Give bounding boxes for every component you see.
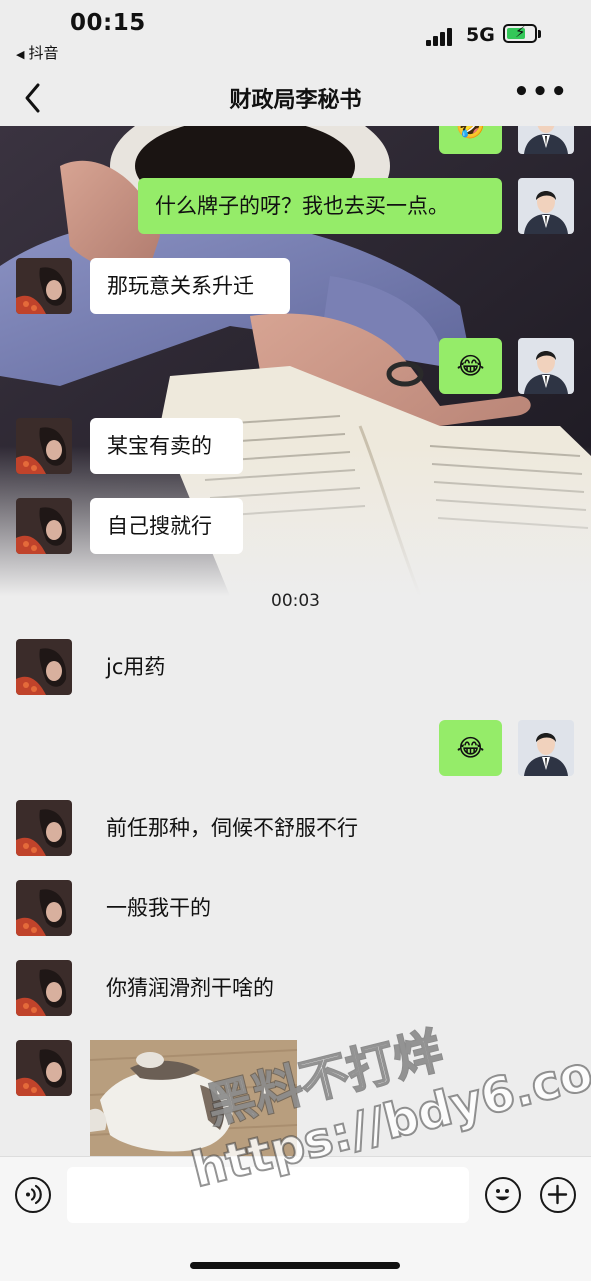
chat-header: 财政局李秘书 •••	[0, 70, 591, 126]
status-time: 00:15	[70, 10, 146, 36]
avatar-self[interactable]	[518, 720, 574, 776]
battery-charging-icon: ⚡	[503, 23, 537, 43]
network-type: 5G	[466, 24, 495, 46]
emoji-tears-of-joy: 😂	[456, 352, 485, 380]
avatar-contact[interactable]	[16, 880, 72, 936]
message-text: 自己搜就行	[107, 514, 212, 538]
more-functions-button[interactable]	[540, 1177, 576, 1213]
back-app-label: 抖音	[28, 44, 59, 62]
emoji-tears-of-joy: 😂	[456, 734, 485, 762]
sent-bubble[interactable]: 😂	[439, 338, 502, 394]
received-bubble[interactable]: 某宝有卖的	[90, 418, 243, 474]
emoji-button[interactable]	[485, 1177, 521, 1213]
back-to-app-link[interactable]: ◀ 抖音	[16, 42, 58, 63]
more-dots-icon: •••	[513, 77, 569, 107]
avatar-contact[interactable]	[16, 498, 72, 554]
chat-title: 财政局李秘书	[229, 88, 362, 113]
more-options-button[interactable]: •••	[513, 79, 569, 105]
smiley-icon	[495, 1189, 510, 1201]
sent-bubble[interactable]: 什么牌子的呀？我也去买一点。	[138, 178, 502, 234]
received-bubble[interactable]: 那玩意关系升迁	[90, 258, 290, 314]
voice-input-button[interactable]	[15, 1177, 51, 1213]
chat-timestamp: 00:03	[271, 591, 320, 611]
message-text: 那玩意关系升迁	[107, 274, 254, 298]
cat-photo-message[interactable]	[90, 1040, 297, 1156]
message-text[interactable]: 前任那种，伺候不舒服不行	[106, 800, 358, 856]
message-text: 什么牌子的呀？我也去买一点。	[155, 194, 449, 218]
avatar-contact[interactable]	[16, 1040, 72, 1096]
sent-bubble[interactable]: 😂	[439, 720, 502, 776]
cellular-signal-icon	[426, 24, 458, 46]
avatar-self[interactable]	[518, 338, 574, 394]
home-indicator	[190, 1262, 400, 1269]
avatar-contact[interactable]	[16, 258, 72, 314]
message-text: 某宝有卖的	[107, 434, 212, 458]
received-bubble[interactable]: 自己搜就行	[90, 498, 243, 554]
status-bar: 00:15 ◀ 抖音 5G ⚡	[0, 0, 591, 70]
avatar-self[interactable]	[518, 126, 574, 154]
avatar-contact[interactable]	[16, 800, 72, 856]
avatar-contact[interactable]	[16, 639, 72, 695]
sent-bubble[interactable]: 🤣	[439, 126, 502, 154]
message-input[interactable]	[67, 1167, 469, 1223]
avatar-contact[interactable]	[16, 960, 72, 1016]
message-text[interactable]: 你猜润滑剂干啥的	[106, 960, 274, 1016]
plus-icon	[547, 1184, 568, 1205]
back-triangle-icon: ◀	[16, 48, 25, 61]
message-text[interactable]: jc用药	[106, 639, 165, 695]
chat-messages[interactable]: 🤣 什么牌子的呀？我也去买一点。 那玩意关系升迁 😂 某宝有卖的 自己搜就行 0…	[0, 126, 591, 1156]
avatar-contact[interactable]	[16, 418, 72, 474]
message-text[interactable]: 一般我干的	[106, 880, 211, 936]
voice-icon	[26, 1184, 42, 1205]
battery-cap	[538, 30, 541, 38]
avatar-self[interactable]	[518, 178, 574, 234]
emoji-rofl: 🤣	[455, 126, 486, 140]
